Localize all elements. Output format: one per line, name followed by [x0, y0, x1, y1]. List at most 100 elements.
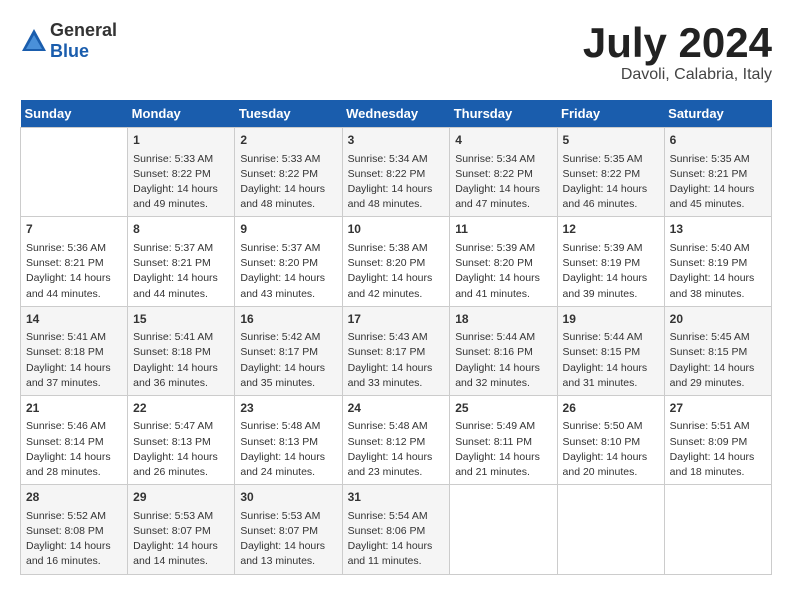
- day-number: 13: [670, 221, 766, 238]
- calendar-cell: 1Sunrise: 5:33 AM Sunset: 8:22 PM Daylig…: [128, 128, 235, 217]
- day-number: 14: [26, 311, 122, 328]
- day-number: 7: [26, 221, 122, 238]
- day-number: 29: [133, 489, 229, 506]
- logo-blue: Blue: [50, 41, 89, 61]
- day-info: Sunrise: 5:37 AM Sunset: 8:20 PM Dayligh…: [240, 241, 336, 302]
- calendar-cell: 13 Sunrise: 5:40 AM Sunset: 8:19 PM Dayli…: [664, 217, 771, 306]
- day-info: Sunrise: 5:44 AM Sunset: 8:15 PM Dayligh…: [563, 330, 659, 391]
- header-sunday: Sunday: [21, 100, 128, 128]
- day-number: 11: [455, 221, 551, 238]
- week-row-0: 1Sunrise: 5:33 AM Sunset: 8:22 PM Daylig…: [21, 128, 772, 217]
- logo-general: General: [50, 20, 117, 40]
- day-info: Sunrise: 5:52 AM Sunset: 8:08 PM Dayligh…: [26, 509, 122, 570]
- day-number: 19: [563, 311, 659, 328]
- logo: General Blue: [20, 20, 117, 62]
- calendar-cell: [557, 485, 664, 574]
- calendar-cell: 2 Sunrise: 5:33 AM Sunset: 8:22 PM Daylig…: [235, 128, 342, 217]
- day-number: 27: [670, 400, 766, 417]
- day-number: 15: [133, 311, 229, 328]
- header-wednesday: Wednesday: [342, 100, 450, 128]
- day-number: 23: [240, 400, 336, 417]
- day-number: 9: [240, 221, 336, 238]
- day-info: Sunrise: 5:50 AM Sunset: 8:10 PM Dayligh…: [563, 419, 659, 480]
- day-number: 17: [348, 311, 445, 328]
- day-number: 10: [348, 221, 445, 238]
- calendar-cell: 16 Sunrise: 5:42 AM Sunset: 8:17 PM Dayli…: [235, 306, 342, 395]
- calendar-cell: 28 Sunrise: 5:52 AM Sunset: 8:08 PM Dayli…: [21, 485, 128, 574]
- day-number: 28: [26, 489, 122, 506]
- day-number: 2: [240, 132, 336, 149]
- calendar-cell: 14 Sunrise: 5:41 AM Sunset: 8:18 PM Dayli…: [21, 306, 128, 395]
- header-thursday: Thursday: [450, 100, 557, 128]
- week-row-3: 21Sunrise: 5:46 AM Sunset: 8:14 PM Dayli…: [21, 395, 772, 484]
- header-tuesday: Tuesday: [235, 100, 342, 128]
- day-info: Sunrise: 5:49 AM Sunset: 8:11 PM Dayligh…: [455, 419, 551, 480]
- day-info: Sunrise: 5:45 AM Sunset: 8:15 PM Dayligh…: [670, 330, 766, 391]
- calendar-cell: 11 Sunrise: 5:39 AM Sunset: 8:20 PM Dayli…: [450, 217, 557, 306]
- calendar-cell: 9 Sunrise: 5:37 AM Sunset: 8:20 PM Daylig…: [235, 217, 342, 306]
- calendar-cell: 10Sunrise: 5:38 AM Sunset: 8:20 PM Dayli…: [342, 217, 450, 306]
- calendar-cell: 24 Sunrise: 5:48 AM Sunset: 8:12 PM Dayli…: [342, 395, 450, 484]
- day-info: Sunrise: 5:33 AM Sunset: 8:22 PM Dayligh…: [240, 152, 336, 213]
- calendar-cell: 4Sunrise: 5:34 AM Sunset: 8:22 PM Daylig…: [450, 128, 557, 217]
- day-number: 12: [563, 221, 659, 238]
- day-info: Sunrise: 5:35 AM Sunset: 8:22 PM Dayligh…: [563, 152, 659, 213]
- day-info: Sunrise: 5:37 AM Sunset: 8:21 PM Dayligh…: [133, 241, 229, 302]
- day-number: 4: [455, 132, 551, 149]
- day-info: Sunrise: 5:53 AM Sunset: 8:07 PM Dayligh…: [133, 509, 229, 570]
- day-info: Sunrise: 5:47 AM Sunset: 8:13 PM Dayligh…: [133, 419, 229, 480]
- calendar-cell: 5Sunrise: 5:35 AM Sunset: 8:22 PM Daylig…: [557, 128, 664, 217]
- day-number: 8: [133, 221, 229, 238]
- day-info: Sunrise: 5:39 AM Sunset: 8:19 PM Dayligh…: [563, 241, 659, 302]
- calendar-cell: 3 Sunrise: 5:34 AM Sunset: 8:22 PM Daylig…: [342, 128, 450, 217]
- day-info: Sunrise: 5:39 AM Sunset: 8:20 PM Dayligh…: [455, 241, 551, 302]
- calendar-cell: 6Sunrise: 5:35 AM Sunset: 8:21 PM Daylig…: [664, 128, 771, 217]
- day-info: Sunrise: 5:40 AM Sunset: 8:19 PM Dayligh…: [670, 241, 766, 302]
- calendar-cell: 20 Sunrise: 5:45 AM Sunset: 8:15 PM Dayli…: [664, 306, 771, 395]
- week-row-4: 28 Sunrise: 5:52 AM Sunset: 8:08 PM Dayli…: [21, 485, 772, 574]
- title-block: July 2024 Davoli, Calabria, Italy: [583, 20, 772, 84]
- main-title: July 2024: [583, 20, 772, 66]
- day-info: Sunrise: 5:34 AM Sunset: 8:22 PM Dayligh…: [348, 152, 445, 213]
- day-info: Sunrise: 5:43 AM Sunset: 8:17 PM Dayligh…: [348, 330, 445, 391]
- day-number: 26: [563, 400, 659, 417]
- week-row-1: 7Sunrise: 5:36 AM Sunset: 8:21 PM Daylig…: [21, 217, 772, 306]
- calendar-cell: 22Sunrise: 5:47 AM Sunset: 8:13 PM Dayli…: [128, 395, 235, 484]
- calendar-cell: 27 Sunrise: 5:51 AM Sunset: 8:09 PM Dayli…: [664, 395, 771, 484]
- day-info: Sunrise: 5:42 AM Sunset: 8:17 PM Dayligh…: [240, 330, 336, 391]
- day-number: 16: [240, 311, 336, 328]
- day-info: Sunrise: 5:41 AM Sunset: 8:18 PM Dayligh…: [26, 330, 122, 391]
- calendar-cell: 31Sunrise: 5:54 AM Sunset: 8:06 PM Dayli…: [342, 485, 450, 574]
- day-number: 3: [348, 132, 445, 149]
- day-number: 6: [670, 132, 766, 149]
- day-info: Sunrise: 5:33 AM Sunset: 8:22 PM Dayligh…: [133, 152, 229, 213]
- week-row-2: 14 Sunrise: 5:41 AM Sunset: 8:18 PM Dayli…: [21, 306, 772, 395]
- day-number: 30: [240, 489, 336, 506]
- day-number: 21: [26, 400, 122, 417]
- day-info: Sunrise: 5:41 AM Sunset: 8:18 PM Dayligh…: [133, 330, 229, 391]
- calendar-cell: 17 Sunrise: 5:43 AM Sunset: 8:17 PM Dayli…: [342, 306, 450, 395]
- day-number: 31: [348, 489, 445, 506]
- day-number: 18: [455, 311, 551, 328]
- calendar-cell: 29 Sunrise: 5:53 AM Sunset: 8:07 PM Dayli…: [128, 485, 235, 574]
- calendar-cell: 25 Sunrise: 5:49 AM Sunset: 8:11 PM Dayli…: [450, 395, 557, 484]
- calendar-cell: 15 Sunrise: 5:41 AM Sunset: 8:18 PM Dayli…: [128, 306, 235, 395]
- header-saturday: Saturday: [664, 100, 771, 128]
- calendar-cell: 18Sunrise: 5:44 AM Sunset: 8:16 PM Dayli…: [450, 306, 557, 395]
- calendar-cell: 8 Sunrise: 5:37 AM Sunset: 8:21 PM Daylig…: [128, 217, 235, 306]
- calendar-cell: 19 Sunrise: 5:44 AM Sunset: 8:15 PM Dayli…: [557, 306, 664, 395]
- calendar-cell: 30Sunrise: 5:53 AM Sunset: 8:07 PM Dayli…: [235, 485, 342, 574]
- calendar-cell: [21, 128, 128, 217]
- day-info: Sunrise: 5:48 AM Sunset: 8:12 PM Dayligh…: [348, 419, 445, 480]
- calendar-cell: 21Sunrise: 5:46 AM Sunset: 8:14 PM Dayli…: [21, 395, 128, 484]
- day-number: 24: [348, 400, 445, 417]
- subtitle: Davoli, Calabria, Italy: [583, 66, 772, 84]
- calendar-cell: 7Sunrise: 5:36 AM Sunset: 8:21 PM Daylig…: [21, 217, 128, 306]
- page-header: General Blue July 2024 Davoli, Calabria,…: [20, 20, 772, 84]
- calendar-cell: 23Sunrise: 5:48 AM Sunset: 8:13 PM Dayli…: [235, 395, 342, 484]
- header-monday: Monday: [128, 100, 235, 128]
- day-number: 20: [670, 311, 766, 328]
- calendar-table: SundayMondayTuesdayWednesdayThursdayFrid…: [20, 100, 772, 574]
- day-number: 25: [455, 400, 551, 417]
- day-info: Sunrise: 5:51 AM Sunset: 8:09 PM Dayligh…: [670, 419, 766, 480]
